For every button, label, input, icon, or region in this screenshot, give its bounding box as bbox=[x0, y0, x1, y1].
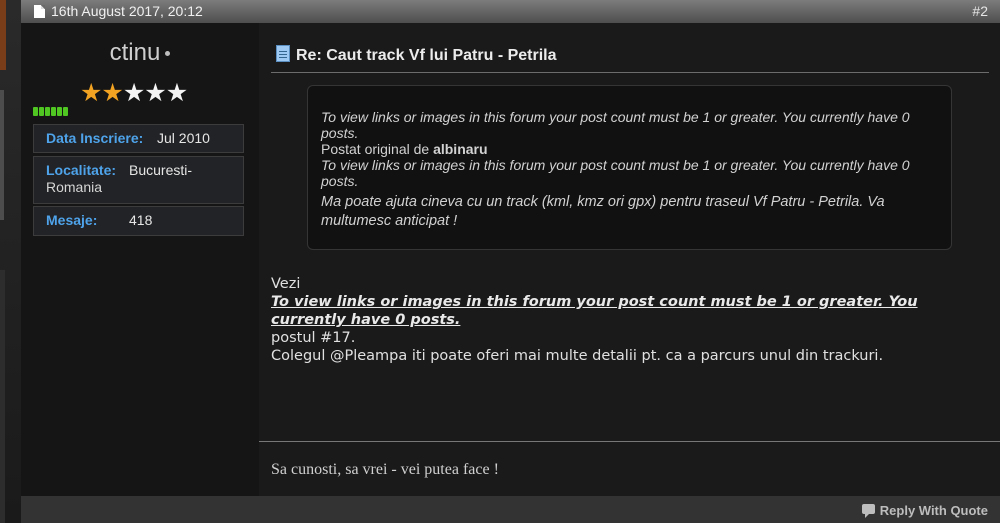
document-icon bbox=[34, 5, 45, 18]
reply-with-quote-button[interactable]: Reply With Quote bbox=[880, 503, 988, 518]
background-strip bbox=[0, 0, 21, 523]
quote-attribution: Postat original de albinaru bbox=[321, 141, 938, 157]
location-value-line1: Bucuresti- bbox=[129, 162, 193, 178]
username-row: ctinu bbox=[21, 39, 259, 67]
location-box: Localitate: Bucuresti- Romania bbox=[33, 156, 244, 204]
quote-attribution-prefix: Postat original de bbox=[321, 141, 430, 157]
background-strip-segment bbox=[0, 90, 4, 220]
online-status-icon bbox=[165, 51, 171, 57]
star-filled-icon: ★ bbox=[80, 79, 102, 107]
reputation-pip bbox=[39, 107, 44, 116]
messages-box: Mesaje: 418 bbox=[33, 206, 244, 236]
post-header: 16th August 2017, 20:12 #2 bbox=[21, 0, 1000, 23]
post-number-link[interactable]: #2 bbox=[972, 3, 988, 19]
post-content: Re: Caut track Vf lui Patru - Petrila To… bbox=[259, 23, 1000, 496]
reputation-pip bbox=[51, 107, 56, 116]
reputation-bar bbox=[33, 103, 69, 121]
reputation-pip bbox=[33, 107, 38, 116]
quote-author: albinaru bbox=[433, 141, 488, 157]
post-body: Vezi To view links or images in this for… bbox=[271, 275, 983, 365]
location-value: Bucuresti- bbox=[129, 162, 192, 179]
body-text: Colegul @Pleampa iti poate oferi mai mul… bbox=[271, 348, 884, 364]
join-date-box: Data Inscriere: Jul 2010 bbox=[33, 124, 244, 153]
title-divider bbox=[271, 72, 989, 73]
post-title: Re: Caut track Vf lui Patru - Petrila bbox=[296, 47, 557, 64]
star-empty-icon: ★ bbox=[165, 79, 188, 107]
restricted-link-notice: To view links or images in this forum yo… bbox=[271, 294, 918, 328]
user-rating: ★★★★★ bbox=[80, 79, 188, 107]
star-empty-icon: ★ bbox=[144, 79, 166, 107]
forum-post: 16th August 2017, 20:12 #2 ctinu ★★★★★ D… bbox=[21, 0, 1000, 523]
body-text: postul #17. bbox=[271, 330, 356, 346]
post-footer: Reply With Quote bbox=[21, 496, 1000, 523]
location-value-line2: Romania bbox=[46, 179, 103, 195]
join-date-value: Jul 2010 bbox=[157, 130, 210, 146]
reputation-pip bbox=[63, 107, 68, 116]
messages-label: Mesaje: bbox=[46, 212, 98, 228]
reputation-pip bbox=[45, 107, 50, 116]
location-label: Localitate: bbox=[46, 162, 117, 178]
quote-restricted-notice: To view links or images in this forum yo… bbox=[321, 157, 910, 189]
reputation-pip bbox=[57, 107, 62, 116]
star-filled-icon: ★ bbox=[101, 79, 123, 107]
post-date: 16th August 2017, 20:12 bbox=[51, 3, 203, 19]
body-text: Vezi bbox=[271, 276, 301, 292]
signature-divider bbox=[259, 441, 1000, 442]
background-strip-segment bbox=[0, 270, 5, 523]
username-link[interactable]: ctinu bbox=[110, 39, 161, 66]
signature: Sa cunosti, sa vrei - vei putea face ! bbox=[271, 461, 499, 478]
quote-restricted-notice: To view links or images in this forum yo… bbox=[321, 109, 910, 141]
star-empty-icon: ★ bbox=[122, 79, 145, 107]
speech-bubble-icon[interactable] bbox=[862, 504, 875, 518]
messages-value: 418 bbox=[129, 212, 153, 228]
post-document-icon bbox=[276, 45, 290, 62]
user-info-panel: ctinu ★★★★★ Data Inscriere: Jul 2010 Loc… bbox=[21, 23, 259, 496]
background-strip-segment bbox=[0, 0, 6, 70]
join-date-label: Data Inscriere: bbox=[46, 130, 144, 146]
quote-message: Ma poate ajuta cineva cu un track (kml, … bbox=[321, 194, 885, 229]
quote-box: To view links or images in this forum yo… bbox=[307, 85, 952, 250]
